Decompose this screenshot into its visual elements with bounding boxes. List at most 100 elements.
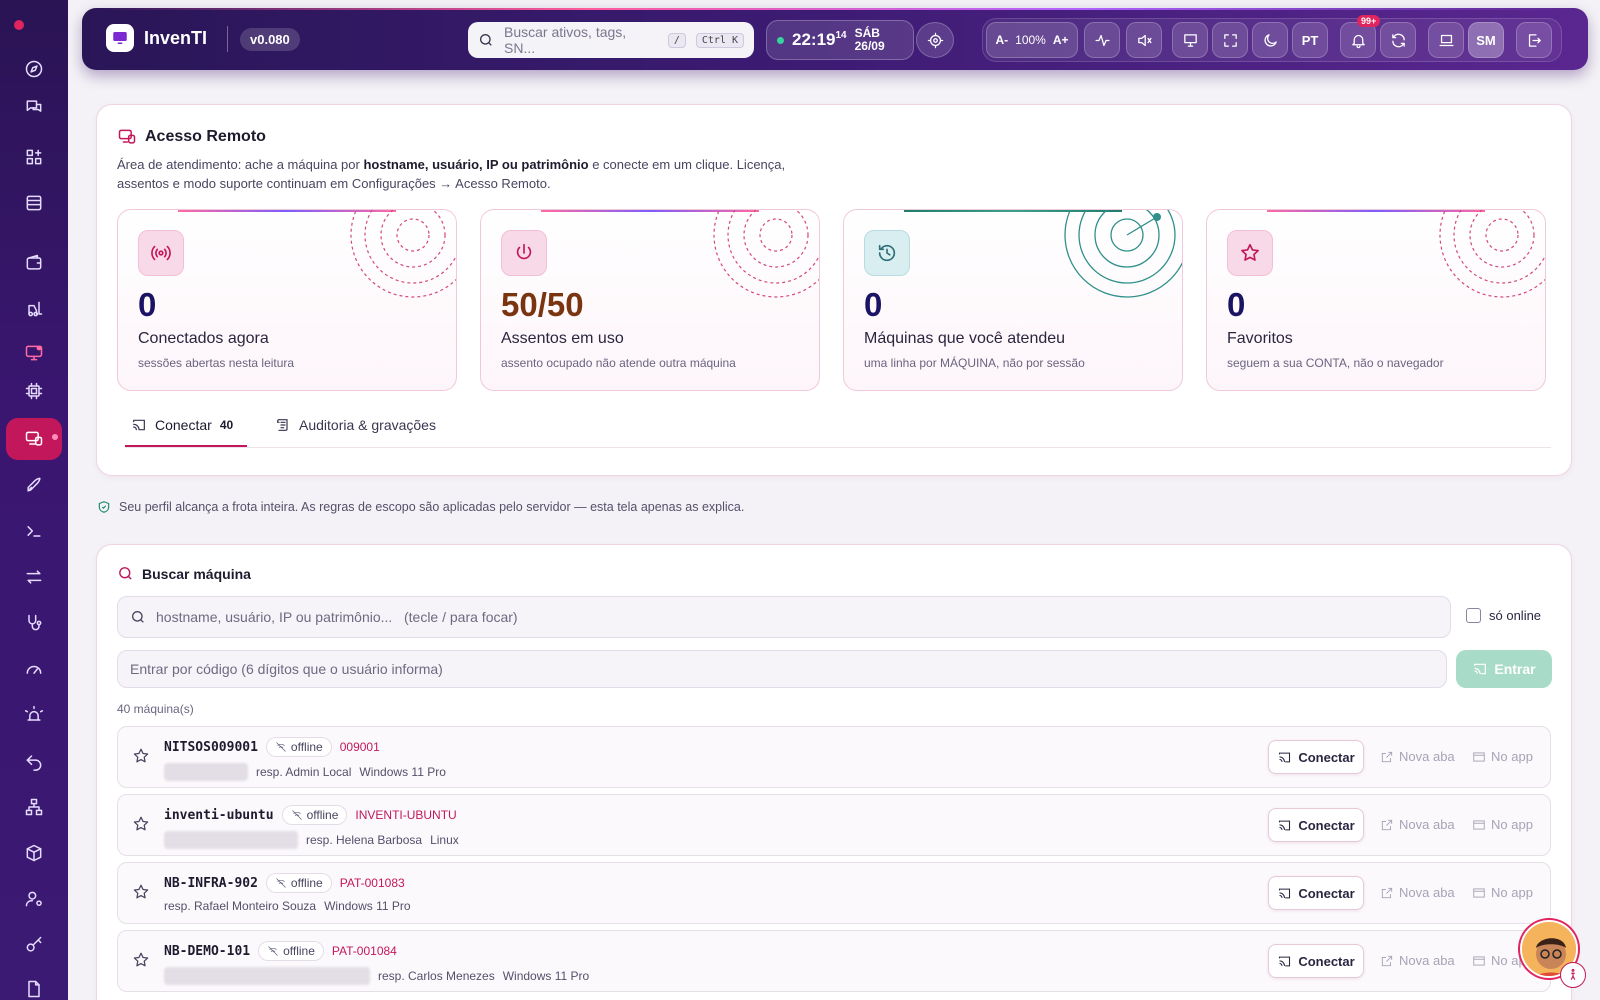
user-avatar-button[interactable]: SM — [1468, 22, 1504, 58]
connect-button[interactable]: Conectar — [1268, 876, 1364, 910]
decorative-rings — [1439, 210, 1545, 298]
laptop-icon[interactable] — [1428, 22, 1464, 58]
rocket-icon[interactable] — [12, 466, 56, 504]
accessibility-icon[interactable] — [1560, 962, 1586, 988]
cast-icon — [1279, 888, 1291, 898]
global-search[interactable]: Buscar ativos, tags, SN... / Ctrl K — [468, 22, 754, 58]
row-header: NB-DEMO-101 offline PAT-001084 — [164, 941, 397, 961]
search-icon — [119, 567, 132, 580]
machine-search-input[interactable]: hostname, usuário, IP ou patrimônio... (… — [117, 596, 1451, 638]
stethoscope-icon[interactable] — [12, 604, 56, 642]
network-icon[interactable] — [12, 788, 56, 826]
wifi-off-icon — [276, 878, 286, 888]
in-app-button[interactable]: No app — [1472, 885, 1533, 900]
in-app-button[interactable]: No app — [1472, 749, 1533, 764]
enter-button[interactable]: Entrar — [1456, 650, 1552, 688]
language-button[interactable]: PT — [1292, 22, 1328, 58]
dark-mode-icon[interactable] — [1252, 22, 1288, 58]
connect-button[interactable]: Conectar — [1268, 808, 1364, 842]
undo-icon[interactable] — [12, 742, 56, 780]
forklift-icon[interactable] — [12, 290, 56, 328]
code-input-placeholder: Entrar por código (6 dígitos que o usuár… — [130, 661, 443, 677]
activity-icon[interactable] — [1084, 22, 1120, 58]
redacted-field — [164, 831, 298, 849]
online-dot — [777, 36, 784, 44]
key-icon[interactable] — [12, 926, 56, 964]
favorite-star-icon[interactable] — [132, 951, 152, 971]
refresh-icon[interactable] — [1380, 22, 1416, 58]
page-description: Área de atendimento: ache a máquina por … — [117, 155, 797, 193]
file-icon[interactable] — [12, 970, 56, 1000]
only-online-checkbox[interactable]: só online — [1466, 608, 1541, 623]
sidebar — [0, 0, 68, 1000]
favorite-star-icon[interactable] — [132, 815, 152, 835]
clock-date-value: 26/09 — [854, 39, 885, 53]
new-tab-button[interactable]: Nova aba — [1380, 885, 1455, 900]
in-app-button[interactable]: No app — [1472, 817, 1533, 832]
decorative-rings — [350, 210, 456, 298]
tab-connect-count: 40 — [219, 418, 234, 432]
owner: resp. Helena Barbosa — [306, 833, 423, 847]
notifications-icon[interactable]: 99+ — [1340, 15, 1381, 58]
active-indicator — [52, 434, 58, 440]
in-app-label: No app — [1491, 749, 1533, 764]
logout-icon[interactable] — [1516, 22, 1552, 58]
alarm-icon[interactable] — [12, 696, 56, 734]
chat-icon[interactable] — [12, 88, 56, 126]
stat-value: 0 — [864, 286, 883, 323]
favorite-star-icon[interactable] — [132, 747, 152, 767]
code-input[interactable]: Entrar por código (6 dígitos que o usuár… — [117, 650, 1447, 688]
fullscreen-icon[interactable] — [1212, 22, 1248, 58]
new-tab-button[interactable]: Nova aba — [1380, 749, 1455, 764]
new-tab-button[interactable]: Nova aba — [1380, 953, 1455, 968]
stat-label: Assentos em uso — [501, 330, 624, 347]
mute-icon[interactable] — [1126, 22, 1162, 58]
user-settings-icon[interactable] — [12, 880, 56, 918]
monitor-alert-icon[interactable] — [12, 334, 56, 372]
row-header: NB-INFRA-902 offline PAT-001083 — [164, 873, 405, 893]
scope-note-text: Seu perfil alcança a frota inteira. As r… — [119, 500, 745, 514]
brand[interactable]: InvenTI — [106, 24, 207, 52]
row-header: NITSOS009001 offline 009001 — [164, 737, 380, 757]
cpu-icon[interactable] — [12, 372, 56, 410]
locate-icon[interactable] — [916, 22, 954, 58]
presentation-icon[interactable] — [1172, 22, 1208, 58]
search-icon — [132, 611, 144, 623]
package-icon[interactable] — [12, 834, 56, 872]
window-icon — [1473, 887, 1485, 898]
clock-seconds: 14 — [835, 30, 847, 41]
table-row: NB-DEMO-101 offline PAT-001084 resp. Car… — [117, 930, 1551, 992]
desc-part-1: Área de atendimento: ache a máquina por — [117, 157, 364, 172]
hostname: NITSOS009001 — [164, 739, 258, 755]
font-decrease-button[interactable]: A- — [995, 33, 1008, 47]
machine-search-title: Buscar máquina — [117, 565, 251, 582]
connect-button[interactable]: Conectar — [1268, 944, 1364, 978]
clock-date: SÁB 26/09 — [855, 27, 885, 53]
asset-tag: PAT-001083 — [339, 876, 405, 890]
favorite-star-icon[interactable] — [132, 883, 152, 903]
divider — [227, 26, 228, 52]
tab-audit[interactable]: Auditoria & gravações — [275, 417, 436, 433]
connect-label: Conectar — [1298, 749, 1355, 765]
new-tab-button[interactable]: Nova aba — [1380, 817, 1455, 832]
remote-desktop-icon[interactable] — [6, 418, 62, 460]
shield-check-icon — [98, 501, 110, 513]
checkbox[interactable] — [1466, 608, 1481, 623]
page-title-text: Acesso Remoto — [145, 128, 266, 145]
font-increase-button[interactable]: A+ — [1053, 33, 1069, 47]
tab-connect[interactable]: Conectar 40 — [131, 417, 233, 433]
connect-button[interactable]: Conectar — [1268, 740, 1364, 774]
grid-plus-icon[interactable] — [12, 138, 56, 176]
machine-search-placeholder: hostname, usuário, IP ou patrimônio... (… — [156, 609, 518, 625]
gauge-icon[interactable] — [12, 650, 56, 688]
table-row: NITSOS009001 offline 009001 resp. Admin … — [117, 726, 1551, 788]
server-icon[interactable] — [12, 184, 56, 222]
search-icon — [480, 34, 492, 46]
compass-icon[interactable] — [12, 50, 56, 88]
wallet-icon[interactable] — [12, 244, 56, 282]
history-icon — [864, 230, 910, 276]
transfer-icon[interactable] — [12, 558, 56, 596]
row-details: resp. Carlos Menezes Windows 11 Pro — [164, 967, 589, 985]
redacted-field — [164, 763, 248, 781]
terminal-icon[interactable] — [12, 512, 56, 550]
